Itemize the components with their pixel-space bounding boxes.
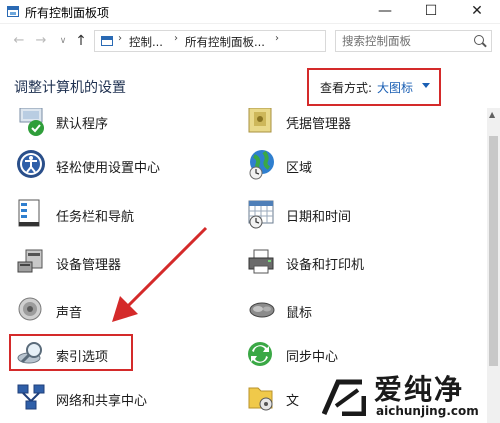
sync-center-icon	[248, 342, 272, 366]
item-device-manager[interactable]: 设备管理器	[16, 246, 236, 282]
item-credential-manager[interactable]: 凭据管理器	[246, 108, 466, 144]
default-programs-icon	[19, 108, 44, 136]
view-by-label: 查看方式:	[320, 81, 373, 95]
item-label: 日期和时间	[286, 210, 352, 225]
title-bar: 所有控制面板项 — ☐ ✕	[0, 0, 500, 24]
control-panel-app-icon	[7, 6, 19, 17]
search-icon[interactable]	[474, 35, 484, 45]
forward-button[interactable]: →	[32, 30, 50, 52]
indexing-options-highlight-box	[9, 334, 133, 371]
item-region[interactable]: 区域	[246, 148, 466, 184]
file-explorer-options-icon	[248, 387, 273, 411]
scroll-thumb[interactable]	[489, 136, 498, 366]
breadcrumb-separator[interactable]: ›	[118, 33, 122, 44]
view-by-selector[interactable]: 查看方式: 大图标	[307, 68, 441, 106]
region-globe-icon	[249, 150, 274, 180]
address-box[interactable]: › 控制... › 所有控制面板... › ∨ ↻	[94, 30, 412, 52]
breadcrumb-control-panel[interactable]: 控制...	[129, 34, 163, 50]
item-label: 区域	[286, 161, 313, 176]
minimize-button[interactable]: —	[362, 0, 408, 24]
close-button[interactable]: ✕	[454, 0, 500, 24]
watermark-logo-icon	[322, 379, 366, 416]
item-label: 设备和打印机	[286, 258, 365, 273]
item-label: 凭据管理器	[286, 117, 352, 132]
breadcrumb-separator[interactable]: ›	[174, 33, 178, 44]
window-title: 所有控制面板项	[25, 6, 110, 20]
item-label: 轻松使用设置中心	[56, 161, 161, 176]
scroll-up-icon[interactable]: ▲	[489, 110, 495, 119]
mouse-icon	[249, 302, 275, 318]
ease-of-access-icon	[17, 150, 45, 178]
item-label: 同步中心	[286, 350, 339, 365]
address-bar: ← → ∨ ↑ › 控制... › 所有控制面板... › ∨ ↻	[0, 28, 500, 56]
item-network-sharing[interactable]: 网络和共享中心	[16, 382, 236, 418]
breadcrumb-all-items[interactable]: 所有控制面板...	[185, 34, 265, 50]
item-label: 鼠标	[286, 306, 313, 321]
item-label: 默认程序	[56, 117, 109, 132]
watermark-url: aichunjing.com	[376, 404, 479, 418]
view-by-chevron-down-icon[interactable]	[422, 83, 430, 88]
printer-icon	[248, 249, 274, 274]
search-box[interactable]	[335, 30, 492, 52]
vertical-scrollbar[interactable]: ▲	[487, 108, 500, 423]
taskbar-icon	[18, 199, 40, 227]
page-title: 调整计算机的设置	[14, 80, 126, 96]
back-button[interactable]: ←	[10, 30, 28, 52]
item-sound[interactable]: 声音	[16, 294, 236, 330]
item-taskbar-navigation[interactable]: 任务栏和导航	[16, 198, 236, 234]
maximize-button[interactable]: ☐	[408, 0, 454, 24]
view-by-value[interactable]: 大图标	[377, 79, 413, 96]
item-label: 任务栏和导航	[56, 210, 135, 225]
watermark-title: 爱纯净	[374, 373, 465, 406]
speaker-icon	[18, 297, 42, 321]
search-input[interactable]	[342, 33, 470, 49]
device-manager-icon	[17, 249, 43, 273]
item-devices-printers[interactable]: 设备和打印机	[246, 246, 466, 282]
breadcrumb-separator[interactable]: ›	[275, 33, 279, 44]
item-label: 声音	[56, 306, 83, 321]
item-default-programs[interactable]: 默认程序	[16, 108, 236, 144]
recent-locations-chevron-down-icon[interactable]: ∨	[54, 30, 72, 52]
item-label: 网络和共享中心	[56, 394, 148, 409]
up-button[interactable]: ↑	[72, 30, 90, 52]
network-icon	[17, 384, 45, 410]
credential-manager-icon	[248, 108, 272, 133]
control-panel-location-icon	[101, 36, 113, 46]
item-mouse[interactable]: 鼠标	[246, 294, 466, 330]
item-label: 设备管理器	[56, 258, 122, 273]
date-time-icon	[248, 200, 274, 229]
item-label: 文	[286, 394, 300, 409]
item-ease-of-access[interactable]: 轻松使用设置中心	[16, 148, 236, 184]
item-date-time[interactable]: 日期和时间	[246, 198, 466, 234]
